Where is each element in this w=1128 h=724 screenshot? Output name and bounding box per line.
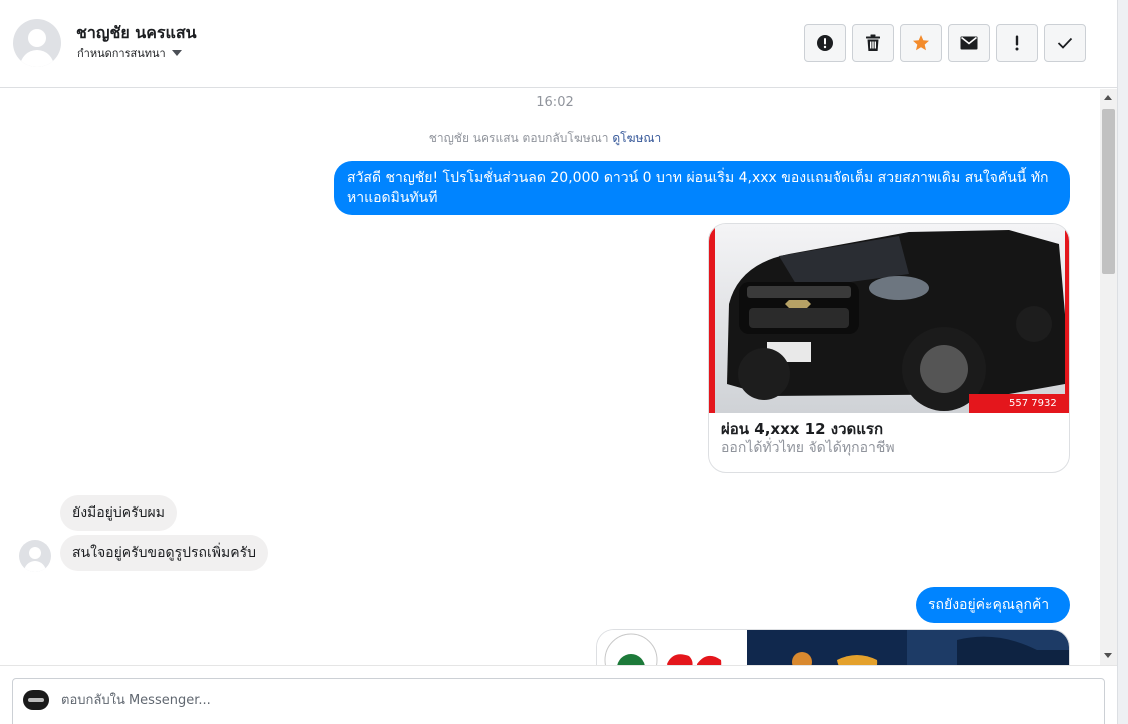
page-avatar — [23, 690, 49, 710]
scroll-down-arrow-icon[interactable] — [1104, 653, 1112, 658]
thread-scrollbar[interactable] — [1100, 89, 1117, 665]
contact-name[interactable]: ชาญชัย นครแสน — [76, 21, 197, 46]
ad-reply-note: ชาญชัย นครแสน ตอบกลับโฆษณา ดูโฆษณา — [0, 129, 1090, 148]
window-edge — [1117, 0, 1128, 724]
composer — [0, 665, 1117, 724]
ad-card-subtitle: ออกได้ทั่วไทย จัดได้ทุกอาชีพ — [721, 440, 895, 456]
ad-reply-text: ชาญชัย นครแสน ตอบกลับโฆษณา — [428, 131, 609, 145]
messenger-inbox: ชาญชัย นครแสน กำหนดการสนทนา 16:02 ชาญชัย… — [0, 0, 1128, 724]
reply-input[interactable] — [61, 688, 1061, 712]
checkmark-icon — [1057, 37, 1073, 49]
report-button[interactable] — [804, 24, 846, 62]
ad-image-phone: 557 7932 — [1009, 398, 1057, 409]
composer-box[interactable] — [12, 678, 1105, 724]
star-icon — [913, 35, 929, 51]
ad-card[interactable]: 557 7932 ผ่อน 4,xxx 12 งวดแรก ออกได้ทั่ว… — [708, 223, 1070, 473]
trash-icon — [866, 34, 880, 51]
scroll-up-arrow-icon[interactable] — [1104, 95, 1112, 100]
envelope-icon — [960, 36, 978, 50]
star-button[interactable] — [900, 24, 942, 62]
header-toolbar — [804, 24, 1086, 62]
mark-unread-button[interactable] — [948, 24, 990, 62]
scrollbar-thumb[interactable] — [1102, 109, 1115, 274]
conversation-header: ชาญชัย นครแสน กำหนดการสนทนา — [0, 0, 1117, 88]
mark-spam-button[interactable] — [996, 24, 1038, 62]
message-bubble-incoming: ยังมีอยู่บ่ครับผม — [60, 495, 177, 531]
exclamation-icon — [1015, 35, 1019, 51]
message-bubble-outgoing: รถยังอยู่ค่ะคุณลูกค้า — [916, 587, 1070, 623]
caret-down-icon — [171, 50, 182, 56]
view-ad-link[interactable]: ดูโฆษณา — [612, 131, 661, 145]
message-thread[interactable]: 16:02 ชาญชัย นครแสน ตอบกลับโฆษณา ดูโฆษณา… — [0, 89, 1100, 665]
delete-button[interactable] — [852, 24, 894, 62]
assign-label: กำหนดการสนทนา — [77, 47, 166, 60]
message-bubble-outgoing: สวัสดี ชาญชัย! โปรโมชั่นส่วนลด 20,000 ดา… — [334, 161, 1070, 215]
message-timestamp: 16:02 — [536, 95, 574, 110]
assign-conversation-dropdown[interactable]: กำหนดการสนทนา — [77, 44, 182, 62]
mark-done-button[interactable] — [1044, 24, 1086, 62]
image-attachment[interactable] — [596, 629, 1070, 665]
ad-car-image: 557 7932 — [709, 224, 1069, 413]
contact-avatar[interactable] — [13, 19, 61, 67]
customer-avatar — [19, 540, 51, 572]
message-bubble-incoming: สนใจอยู่ครับขอดูรูปรถเพิ่มครับ — [60, 535, 269, 571]
alert-circle-icon — [817, 35, 833, 51]
